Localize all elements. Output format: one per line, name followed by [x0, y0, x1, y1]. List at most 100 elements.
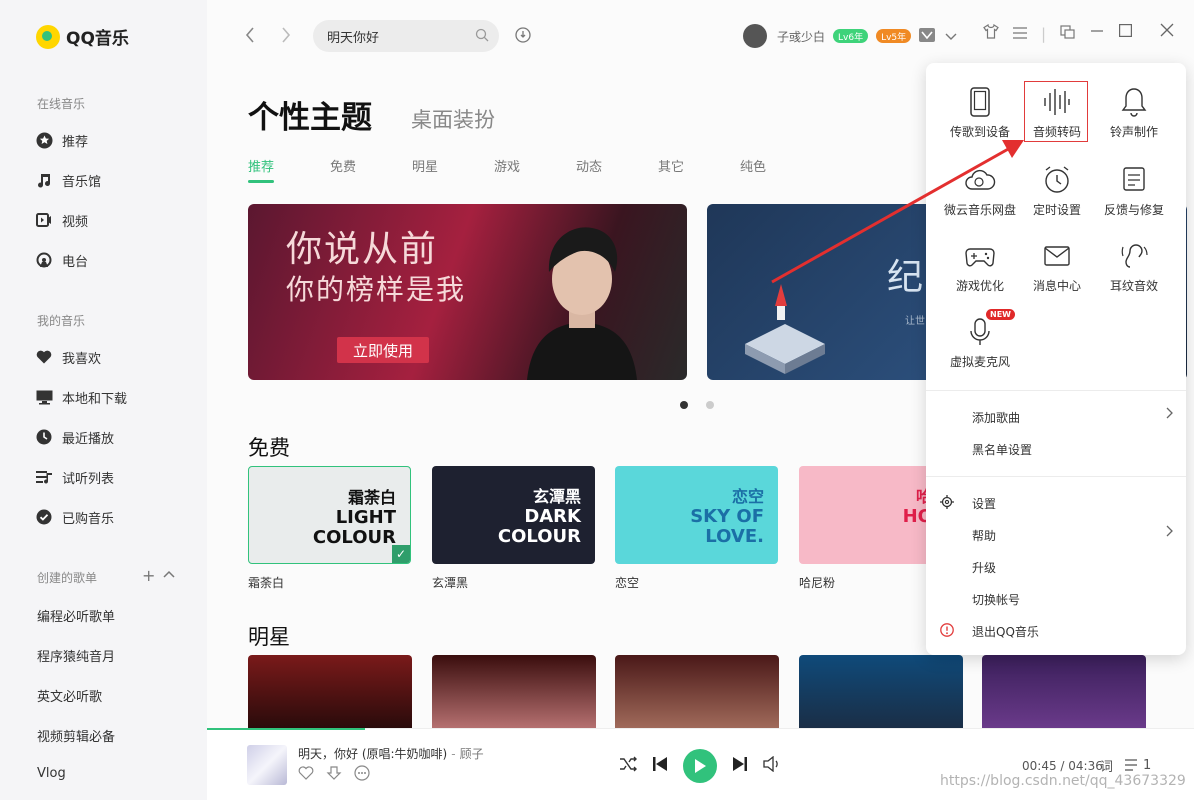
- playlist-item[interactable]: 编程必听歌单: [37, 606, 115, 625]
- star-theme-card[interactable]: [432, 655, 596, 728]
- menu-earprint-sound[interactable]: 耳纹音效: [1095, 241, 1173, 294]
- menu-timer[interactable]: 定时设置: [1018, 165, 1096, 218]
- song-title[interactable]: 明天，你好 (原唱:牛奶咖啡): [298, 747, 447, 761]
- star-theme-card[interactable]: [615, 655, 779, 728]
- menu-feedback-repair[interactable]: 反馈与修复: [1095, 165, 1173, 218]
- menu-transfer-to-device[interactable]: 传歌到设备: [941, 87, 1019, 140]
- qq-music-window: QQ音乐 在线音乐 推荐 音乐馆 视频 电台 我的音乐 我喜欢 本地和下载 最近…: [0, 0, 1194, 800]
- vip-icon: [919, 27, 936, 46]
- theme-card-sky[interactable]: 恋空 SKY OF LOVE.: [615, 466, 778, 564]
- tab-other[interactable]: 其它: [658, 156, 740, 175]
- minimize-icon[interactable]: [1091, 22, 1103, 41]
- menu-add-songs[interactable]: 添加歌曲: [972, 409, 1020, 426]
- sidebar-item-recent[interactable]: 最近播放: [35, 426, 114, 448]
- vip-badge-green: Lv6年: [833, 29, 869, 43]
- tab-solid-color[interactable]: 纯色: [740, 156, 822, 175]
- playlist-item[interactable]: 视频剪辑必备: [37, 726, 115, 745]
- tab-dynamic[interactable]: 动态: [576, 156, 658, 175]
- forward-arrow-icon[interactable]: [281, 24, 291, 48]
- sidebar-item-recommend[interactable]: 推荐: [35, 129, 88, 151]
- sidebar-item-music-hall[interactable]: 音乐馆: [35, 169, 101, 191]
- shuffle-icon[interactable]: [619, 756, 637, 776]
- qq-music-logo-icon: [36, 24, 60, 49]
- radio-icon: [35, 251, 53, 269]
- sidebar-item-trial-list[interactable]: 试听列表: [35, 466, 114, 488]
- plus-icon[interactable]: +: [142, 566, 155, 585]
- user-info[interactable]: 子彧少白 Lv6年 Lv5年: [743, 24, 957, 48]
- like-heart-icon[interactable]: [298, 765, 314, 785]
- play-button[interactable]: [683, 749, 717, 783]
- search-icon[interactable]: [475, 28, 489, 46]
- menu-help[interactable]: 帮助: [972, 527, 996, 544]
- sidebar-item-radio[interactable]: 电台: [35, 249, 88, 271]
- microphone-icon: [970, 318, 990, 345]
- mini-mode-icon[interactable]: [1060, 24, 1075, 43]
- menu-ringtone[interactable]: 铃声制作: [1095, 87, 1173, 140]
- playlist-item[interactable]: Vlog: [37, 766, 66, 781]
- album-cover[interactable]: [247, 745, 287, 785]
- volume-icon[interactable]: [763, 755, 781, 776]
- queue-button[interactable]: 1: [1125, 758, 1151, 773]
- chevron-right-icon: [1166, 525, 1174, 541]
- close-icon[interactable]: [1160, 22, 1174, 41]
- sidebar-item-video[interactable]: 视频: [35, 209, 88, 231]
- playback-progress[interactable]: [207, 728, 365, 730]
- tab-recommend[interactable]: 推荐: [248, 156, 330, 183]
- skin-shirt-icon[interactable]: [983, 23, 999, 43]
- playback-controls: [619, 749, 781, 783]
- carousel-dot[interactable]: [680, 401, 688, 409]
- menu-divider: [926, 476, 1186, 477]
- menu-message-center[interactable]: 消息中心: [1018, 241, 1096, 294]
- menu-virtual-microphone[interactable]: 虚拟麦克风: [941, 317, 1019, 370]
- bell-icon: [1121, 88, 1147, 117]
- clock-icon: [35, 428, 53, 446]
- star-theme-card[interactable]: [248, 655, 412, 728]
- listen-recognize-icon[interactable]: [515, 26, 531, 48]
- star-theme-card[interactable]: [799, 655, 963, 728]
- sidebar-item-favorites[interactable]: 我喜欢: [35, 346, 101, 368]
- section-heading-online: 在线音乐: [37, 97, 86, 111]
- chevron-up-icon[interactable]: [163, 566, 175, 585]
- username[interactable]: 子彧少白: [777, 28, 825, 45]
- back-arrow-icon[interactable]: [245, 24, 255, 48]
- menu-game-optimize[interactable]: 游戏优化: [941, 241, 1019, 294]
- theme-card-light[interactable]: 霜荼白 LIGHT COLOUR ✓: [248, 466, 411, 564]
- previous-icon[interactable]: [651, 755, 669, 777]
- menu-upgrade[interactable]: 升级: [972, 559, 996, 576]
- maximize-icon[interactable]: [1119, 22, 1133, 41]
- avatar[interactable]: [743, 24, 767, 48]
- heart-icon: [35, 348, 53, 366]
- sidebar-item-label: 我喜欢: [62, 351, 102, 367]
- promo-banner[interactable]: 你说从前 你的榜样是我 立即使用: [248, 204, 687, 380]
- chevron-down-icon[interactable]: [945, 27, 957, 46]
- star-theme-card[interactable]: [982, 655, 1146, 728]
- tab-games[interactable]: 游戏: [494, 156, 576, 175]
- playlist-item[interactable]: 程序猿纯音月: [37, 646, 115, 665]
- next-icon[interactable]: [731, 755, 749, 777]
- download-icon[interactable]: [326, 765, 342, 785]
- menu-exit-qq-music[interactable]: 退出QQ音乐: [972, 623, 1039, 640]
- menu-settings[interactable]: 设置: [972, 495, 996, 512]
- sidebar-item-purchased[interactable]: 已购音乐: [35, 506, 114, 528]
- menu-switch-account[interactable]: 切换帐号: [972, 591, 1020, 608]
- song-artist[interactable]: 顾子: [460, 747, 484, 761]
- menu-audio-transcode[interactable]: 音频转码: [1018, 87, 1096, 140]
- app-logo[interactable]: QQ音乐: [36, 24, 129, 49]
- carousel-dot[interactable]: [706, 401, 714, 409]
- menu-weiyun-disk[interactable]: 微云音乐网盘: [941, 165, 1019, 218]
- sidebar-item-local-downloads[interactable]: 本地和下载: [35, 386, 127, 408]
- use-now-button[interactable]: 立即使用: [337, 337, 429, 363]
- section-title-free: 免费: [248, 436, 290, 460]
- menu-grid-label: 游戏优化: [955, 279, 1004, 293]
- theme-card-dark[interactable]: 玄潭黑 DARK COLOUR: [432, 466, 595, 564]
- desktop-decoration-link[interactable]: 桌面装扮: [411, 104, 495, 134]
- main-menu-icon[interactable]: [1013, 25, 1027, 43]
- search-input[interactable]: 明天你好: [313, 20, 499, 52]
- music-note-icon: [35, 171, 53, 189]
- playlist-item[interactable]: 英文必听歌: [37, 686, 102, 705]
- tab-free[interactable]: 免费: [330, 156, 412, 175]
- tab-stars[interactable]: 明星: [412, 156, 494, 175]
- more-icon[interactable]: [354, 765, 370, 785]
- menu-blacklist-settings[interactable]: 黑名单设置: [972, 441, 1032, 458]
- theme-card-en: DARK COLOUR: [497, 506, 581, 547]
